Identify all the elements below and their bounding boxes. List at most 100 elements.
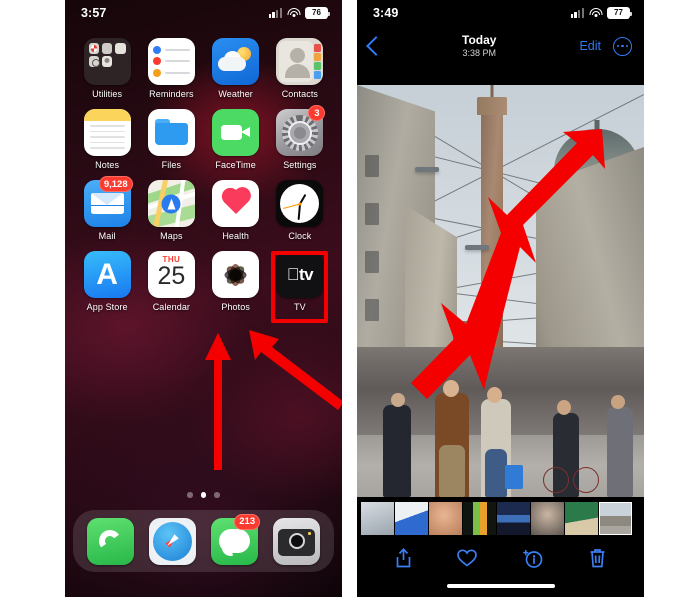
app-label: Mail (98, 231, 116, 241)
app-label: Weather (218, 89, 253, 99)
contacts-app-icon (276, 38, 324, 85)
filmstrip-thumbnail[interactable] (429, 501, 462, 535)
filmstrip-thumbnail[interactable] (565, 501, 598, 535)
facetime-app-icon (212, 109, 260, 156)
share-button[interactable] (394, 547, 413, 574)
app-icon-weather[interactable]: Weather (204, 38, 268, 99)
wifi-icon (589, 8, 602, 18)
reminders-app-icon (147, 38, 195, 85)
app-icon-tv[interactable]: tv TV (268, 251, 332, 312)
page-dot[interactable] (187, 492, 193, 498)
app-icon-reminders[interactable]: Reminders (139, 38, 203, 99)
calendar-app-icon: THU 25 (147, 251, 195, 298)
left-status-bar: 3:57 76 (65, 0, 342, 26)
wifi-icon (287, 8, 300, 18)
app-label: Photos (221, 302, 250, 312)
health-app-icon (212, 180, 260, 227)
dock-item-camera[interactable] (273, 517, 321, 565)
tv-app-icon: tv (276, 251, 324, 298)
safari-app-icon (148, 517, 196, 565)
app-icon-photos[interactable]: Photos (204, 251, 268, 312)
dock-item-phone[interactable] (86, 517, 134, 565)
cellular-signal-icon (570, 8, 584, 18)
dock: 213 (73, 510, 334, 572)
tv-icon-label: tv (292, 264, 314, 284)
battery-icon: 76 (305, 7, 330, 19)
app-icon-settings[interactable]: 3 Settings (268, 105, 332, 170)
app-icon-facetime[interactable]: FaceTime (204, 109, 268, 170)
app-icon-notes[interactable]: Notes (75, 109, 139, 170)
files-app-icon (147, 109, 195, 156)
camera-app-icon (273, 517, 321, 565)
photos-app-icon (212, 251, 260, 298)
app-store-icon: A (83, 251, 131, 298)
status-badge: 9,128 (98, 176, 133, 192)
photo-time-subtitle: 3:38 PM (462, 48, 496, 59)
app-label: App Store (86, 302, 128, 312)
more-options-icon[interactable] (613, 36, 632, 56)
filmstrip-thumbnail[interactable] (531, 501, 564, 535)
status-bar-time: 3:57 (81, 6, 107, 20)
app-icon-mail[interactable]: 9,128 Mail (75, 176, 139, 241)
photo-image[interactable] (357, 85, 644, 497)
filmstrip-thumbnail[interactable] (463, 501, 496, 535)
photo-filmstrip[interactable] (357, 500, 644, 536)
app-label: Contacts (281, 89, 319, 99)
app-icon-app-store[interactable]: A App Store (75, 251, 139, 312)
page-dots (65, 492, 342, 498)
delete-button[interactable] (588, 547, 607, 574)
filmstrip-thumbnail-selected[interactable] (599, 501, 632, 535)
app-label: TV (294, 302, 306, 312)
clock-app-icon (276, 180, 324, 227)
photo-date-title: Today (462, 32, 497, 47)
filmstrip-thumbnail[interactable] (395, 501, 428, 535)
app-label: Maps (160, 231, 183, 241)
app-grid: Utilities Reminders Weather Contacts Not… (65, 38, 342, 312)
page-dot-active[interactable] (200, 492, 207, 498)
app-icon-calendar[interactable]: THU 25 Calendar (139, 251, 203, 312)
weather-app-icon (212, 38, 260, 85)
cellular-signal-icon (268, 8, 282, 18)
status-bar-time: 3:49 (373, 6, 399, 20)
dock-item-safari[interactable] (148, 517, 196, 565)
left-phone-screen: 3:57 76 Utilities Reminders Weather Cont… (65, 0, 342, 597)
favorite-button[interactable] (456, 548, 478, 573)
info-button[interactable] (521, 547, 545, 574)
calendar-day: 25 (157, 262, 186, 290)
app-label: Files (161, 160, 182, 170)
app-icon-clock[interactable]: Clock (268, 180, 332, 241)
notes-app-icon (83, 109, 131, 156)
app-icon-files[interactable]: Files (139, 109, 203, 170)
right-status-bar: 3:49 77 (357, 0, 644, 26)
dock-item-messages[interactable]: 213 (211, 513, 261, 565)
battery-level-label: 76 (311, 8, 322, 17)
photo-title-block: Today 3:38 PM (379, 32, 579, 59)
home-indicator (446, 583, 555, 588)
photo-nav-bar: Today 3:38 PM Edit (357, 26, 644, 66)
page-dot[interactable] (214, 492, 220, 498)
app-label: Notes (95, 160, 120, 170)
filmstrip-thumbnail[interactable] (361, 501, 394, 535)
app-label: Clock (288, 231, 312, 241)
battery-level-label: 77 (613, 8, 624, 17)
app-icon-maps[interactable]: Maps (139, 180, 203, 241)
app-icon-utilities[interactable]: Utilities (75, 38, 139, 99)
screenshot-canvas: 3:57 76 Utilities Reminders Weather Cont… (0, 0, 700, 597)
app-label: FaceTime (215, 160, 256, 170)
utilities-folder-icon (83, 38, 131, 85)
phone-app-icon (86, 517, 134, 565)
app-label: Utilities (92, 89, 123, 99)
right-phone-screen: 3:49 77 Today 3:38 PM Edit (357, 0, 644, 597)
app-icon-contacts[interactable]: Contacts (268, 38, 332, 99)
photo-toolbar (357, 540, 644, 580)
battery-icon: 77 (607, 7, 632, 19)
app-label: Reminders (149, 89, 194, 99)
edit-button[interactable]: Edit (579, 39, 601, 53)
app-label: Settings (283, 160, 317, 170)
app-icon-health[interactable]: Health (204, 180, 268, 241)
app-label: Calendar (152, 302, 191, 312)
maps-app-icon (147, 180, 195, 227)
status-badge: 213 (234, 513, 261, 530)
filmstrip-thumbnail[interactable] (497, 501, 530, 535)
app-label: Health (222, 231, 249, 241)
